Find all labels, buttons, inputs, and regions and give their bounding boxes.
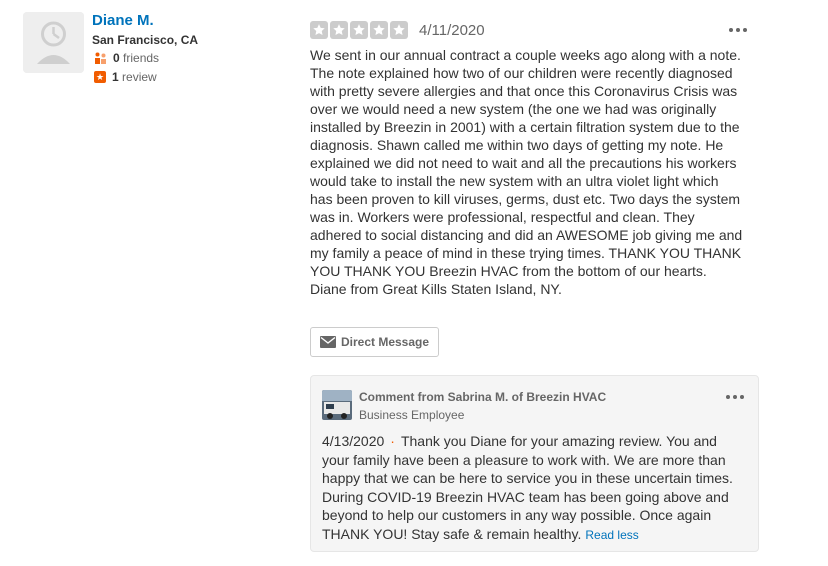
reviews-stat: ★ 1 review — [94, 70, 157, 84]
friends-icon — [95, 52, 106, 64]
direct-message-label: Direct Message — [340, 335, 430, 349]
comment-separator: · — [390, 433, 395, 449]
friends-label: friends — [123, 51, 160, 65]
comment-title: Comment from Sabrina M. of Breezin HVAC — [359, 390, 607, 404]
comment-role: Business Employee — [359, 408, 465, 422]
star-icon — [350, 21, 368, 39]
review-item: Diane M. San Francisco, CA 0 friends ★ 1… — [0, 0, 828, 566]
default-user-avatar-icon[interactable] — [23, 12, 84, 73]
reviewer-location: San Francisco, CA — [92, 33, 199, 47]
review-text: We sent in our annual contract a couple … — [310, 47, 743, 297]
star-icon — [310, 21, 328, 39]
read-less-link[interactable]: Read less — [581, 528, 638, 542]
envelope-icon — [319, 336, 336, 348]
review-star-icon: ★ — [94, 71, 106, 83]
star-rating — [310, 21, 408, 39]
business-comment: Comment from Sabrina M. of Breezin HVAC … — [310, 375, 759, 552]
reviews-count: 1 — [112, 70, 119, 84]
star-icon — [390, 21, 408, 39]
comment-body: 4/13/2020 · Thank you Diane for your amazi… — [322, 432, 742, 544]
reviewer-name[interactable]: Diane M. — [92, 12, 154, 30]
business-photo[interactable] — [322, 390, 352, 420]
comment-date: 4/13/2020 — [322, 433, 385, 449]
more-options-icon[interactable] — [728, 23, 748, 37]
friends-count: 0 — [113, 51, 120, 65]
comment-more-options-icon[interactable] — [725, 390, 745, 404]
reviews-label: review — [122, 70, 157, 84]
direct-message-button[interactable]: Direct Message — [310, 327, 439, 357]
comment-text: Thank you Diane for your amazing review.… — [322, 433, 733, 542]
star-icon — [330, 21, 348, 39]
star-icon — [370, 21, 388, 39]
friends-stat: 0 friends — [94, 51, 159, 65]
review-date: 4/11/2020 — [419, 22, 485, 39]
